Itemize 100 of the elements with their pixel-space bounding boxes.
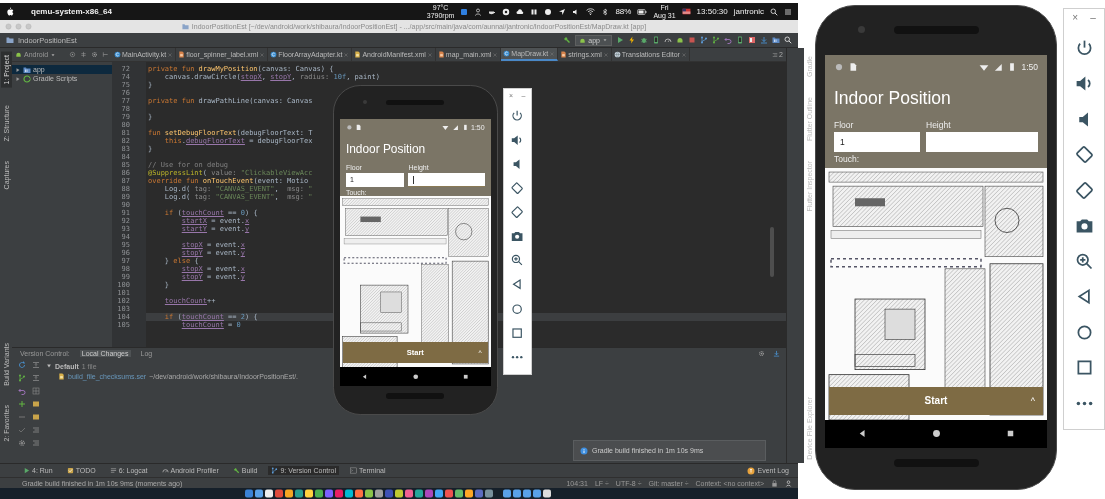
caret-icon [50, 51, 57, 58]
overview-icon[interactable] [510, 325, 525, 340]
bolt-icon[interactable] [628, 36, 636, 44]
battery-icon[interactable] [637, 6, 648, 17]
undo-icon[interactable] [724, 36, 732, 44]
wifi-icon [442, 123, 450, 131]
apple-icon[interactable] [6, 7, 15, 16]
rotate-left-icon[interactable] [1073, 144, 1095, 165]
check-icon[interactable] [18, 426, 26, 434]
signal-icon [993, 61, 1004, 72]
hammer-icon[interactable] [563, 36, 572, 44]
android-icon[interactable] [676, 36, 684, 44]
info-icon [580, 446, 588, 455]
app-title: Indoor Position [834, 88, 952, 110]
app-name[interactable]: qemu-system-x86_64 [31, 7, 112, 16]
file-icon [178, 51, 186, 58]
input-field[interactable] [926, 131, 1038, 152]
app-title: Indoor Position [345, 141, 427, 157]
stop-icon[interactable] [688, 36, 696, 44]
status-time: 1:50 [1021, 61, 1038, 72]
battery-percentage: 88% [615, 7, 632, 16]
input-field[interactable]: 1 [834, 131, 920, 152]
back-icon[interactable] [361, 372, 369, 381]
play-icon[interactable] [616, 36, 624, 44]
start-button[interactable]: Start ^ [829, 386, 1043, 415]
close-button[interactable]: × [1072, 13, 1079, 23]
file-icon [354, 51, 362, 58]
book-icon[interactable] [748, 36, 756, 44]
gauge-icon [161, 467, 169, 474]
lock-icon[interactable] [771, 479, 778, 487]
bluetooth-icon[interactable] [601, 7, 610, 16]
download-icon[interactable] [773, 349, 780, 357]
wifi-icon[interactable] [586, 7, 596, 16]
dot-icon [834, 61, 844, 72]
box-icon[interactable] [32, 400, 40, 408]
align-icon[interactable] [32, 374, 40, 382]
bug-icon[interactable] [640, 36, 648, 44]
pause-icon[interactable] [530, 7, 539, 16]
person-icon[interactable] [785, 479, 792, 487]
phone-icon[interactable] [652, 36, 660, 44]
undo-icon[interactable] [18, 387, 26, 395]
hammer-icon [232, 467, 240, 474]
disc-icon[interactable] [502, 7, 511, 16]
expand-arrow-icon[interactable] [15, 75, 21, 82]
class-icon [114, 51, 121, 58]
dock-icons-drawing[interactable] [244, 488, 554, 499]
folder-icon[interactable] [772, 36, 780, 44]
circle-icon[interactable] [544, 7, 553, 16]
flag-icon[interactable] [681, 7, 691, 16]
square-icon[interactable] [460, 7, 469, 16]
gear-icon[interactable] [758, 349, 765, 357]
rotate-left-icon[interactable] [510, 180, 525, 196]
home-icon[interactable] [510, 301, 525, 316]
expand-arrow-icon[interactable] [46, 363, 52, 369]
user-name[interactable]: jantronic [733, 7, 764, 16]
home-icon[interactable] [411, 372, 419, 381]
power-icon[interactable] [510, 108, 525, 123]
search-icon[interactable] [770, 7, 778, 16]
checklist-icon [66, 467, 74, 474]
rotate-right-icon[interactable] [1073, 179, 1095, 201]
class-icon [503, 50, 511, 57]
branch-icon[interactable] [712, 36, 720, 44]
align-icon[interactable] [32, 361, 40, 369]
signal-icon [452, 123, 459, 131]
expand-arrow-icon[interactable] [15, 66, 21, 73]
box-icon[interactable] [32, 413, 40, 421]
folder-icon [6, 36, 14, 44]
camera-icon[interactable] [510, 229, 525, 244]
input-field[interactable] [408, 173, 485, 187]
field-label: Floor [834, 119, 855, 132]
phone-icon[interactable] [736, 36, 744, 44]
front-camera [858, 26, 865, 33]
notification-icon [747, 466, 756, 475]
lines-icon [109, 467, 117, 474]
caret-icon [602, 37, 608, 43]
branch-icon[interactable] [700, 36, 708, 44]
sd-card-icon [355, 123, 363, 131]
gear-icon[interactable] [91, 51, 98, 58]
globe-icon [613, 51, 621, 58]
list-icon[interactable] [784, 7, 792, 16]
script-icon [23, 74, 31, 83]
gear-icon[interactable] [18, 439, 26, 447]
terminal-icon [350, 467, 358, 474]
split-icon[interactable] [80, 51, 87, 58]
zoom-icon[interactable] [510, 253, 525, 268]
location-icon[interactable] [558, 7, 567, 16]
recents-icon[interactable] [461, 372, 470, 381]
gauge-icon[interactable] [664, 36, 672, 44]
person-icon[interactable] [474, 7, 483, 16]
search-icon[interactable] [784, 36, 792, 44]
rotate-right-icon[interactable] [510, 205, 525, 220]
cloud-icon[interactable] [516, 7, 525, 16]
branch-icon[interactable] [18, 374, 26, 382]
refresh-icon[interactable] [18, 361, 26, 369]
plus-icon[interactable] [18, 400, 26, 408]
file-icon [560, 51, 568, 58]
clock[interactable]: 13:50:30 [696, 7, 728, 16]
minimize-button[interactable]: – [1090, 13, 1096, 23]
scrollbar[interactable] [770, 227, 774, 277]
home-icon[interactable] [930, 428, 942, 439]
